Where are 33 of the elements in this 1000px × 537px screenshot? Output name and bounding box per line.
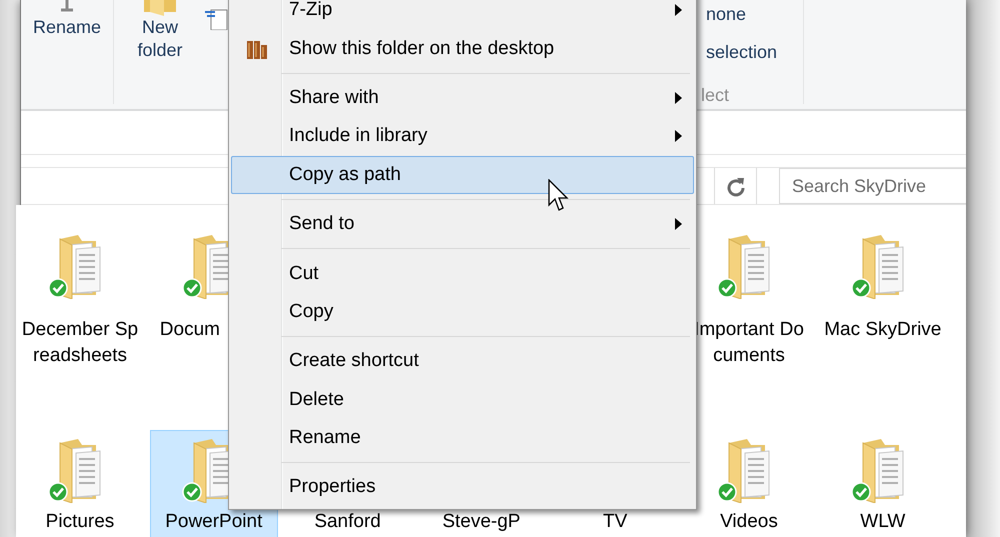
- submenu-arrow-icon: [674, 218, 682, 230]
- menu-item[interactable]: Show this folder on the desktop: [231, 29, 694, 68]
- folder-name: Videos: [720, 510, 778, 534]
- submenu-arrow-icon: [674, 92, 682, 104]
- folder-item[interactable]: December Spreadsheets: [16, 226, 144, 426]
- submenu-arrow-icon: [674, 130, 682, 142]
- refresh-icon: [726, 175, 746, 197]
- figures-icon: [244, 38, 268, 59]
- folder-item[interactable]: WLW: [818, 430, 947, 537]
- menu-item[interactable]: Include in library: [231, 117, 694, 156]
- ribbon-button[interactable]: New folder: [114, 0, 206, 62]
- submenu-arrow-icon: [674, 4, 682, 16]
- folder-name: Pictures: [46, 510, 114, 534]
- ribbon-button[interactable]: Rename: [21, 0, 113, 39]
- folder-name: TV: [603, 510, 628, 534]
- folder-name: December Spreadsheets: [21, 318, 139, 368]
- menu-item[interactable]: 7-Zip: [231, 0, 694, 30]
- folder-name: WLW: [860, 510, 906, 534]
- mouse-pointer-icon: [548, 179, 570, 213]
- folder-name: Mac SkyDrive: [824, 318, 942, 342]
- folder-name: Important Documents: [693, 318, 805, 368]
- folder-name: Sanford: [314, 510, 381, 534]
- folder-name: Steve-gP: [442, 510, 520, 534]
- folder-name: PowerPoint: [165, 510, 262, 534]
- folder-name: Docum: [160, 318, 220, 342]
- search-field[interactable]: Search SkyDrive: [779, 168, 966, 204]
- ribbon-command[interactable]: selection: [706, 42, 778, 63]
- group-label: lect: [701, 85, 730, 106]
- ribbon-command[interactable]: none: [706, 4, 746, 25]
- menu-item[interactable]: Share with: [231, 78, 694, 118]
- folder-item[interactable]: Mac SkyDrive: [818, 226, 947, 426]
- folder-item[interactable]: Pictures: [16, 430, 144, 537]
- menu-item[interactable]: Copy as path: [231, 156, 694, 194]
